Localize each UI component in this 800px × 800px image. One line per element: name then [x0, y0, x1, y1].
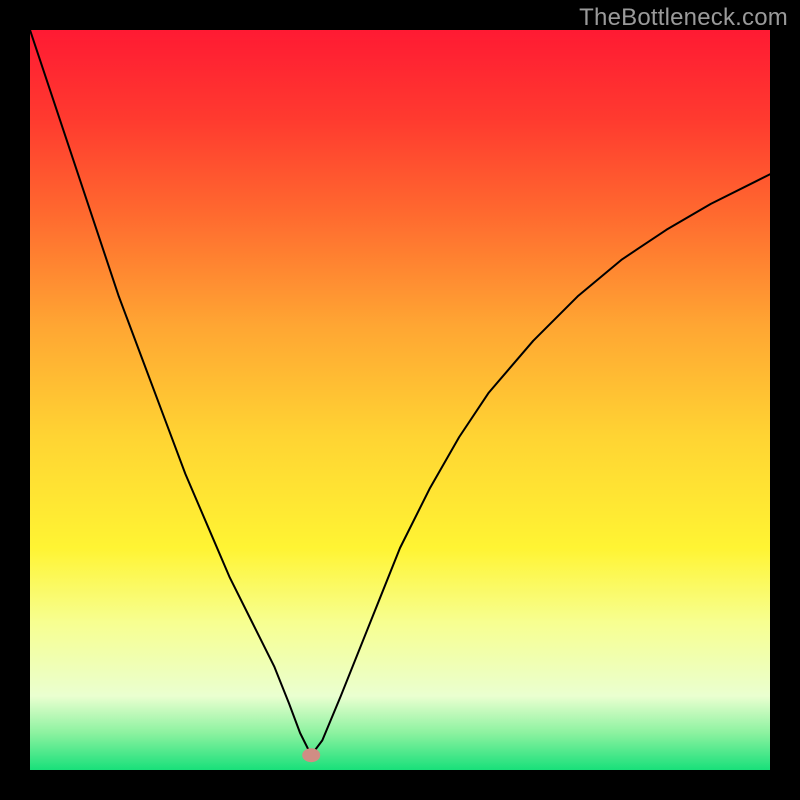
gradient-background	[30, 30, 770, 770]
chart-frame: TheBottleneck.com	[0, 0, 800, 800]
watermark-text: TheBottleneck.com	[579, 4, 788, 32]
minimum-marker	[302, 748, 320, 762]
marker-layer	[302, 748, 320, 762]
chart-svg	[30, 30, 770, 770]
plot-area	[30, 30, 770, 770]
